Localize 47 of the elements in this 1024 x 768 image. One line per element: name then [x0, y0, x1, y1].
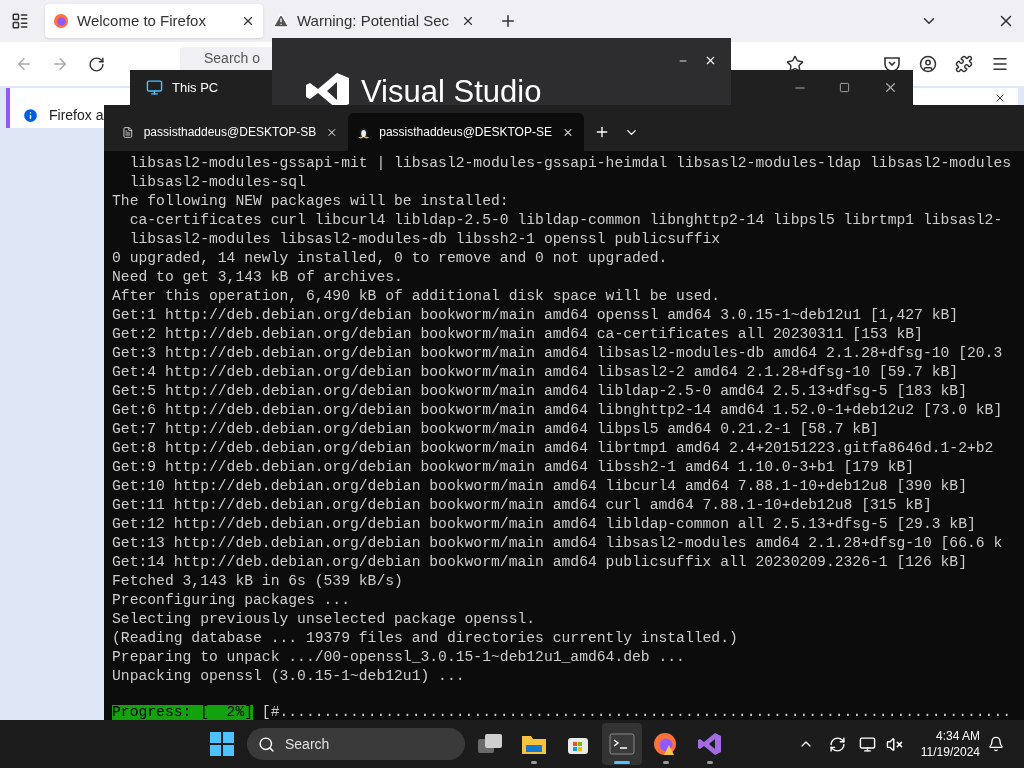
terminal-line: ca-certificates curl libcurl4 libldap-2.5-0 libldap-common libnghttp2-14 libpsl5 librtmp1 libsasl2- [128, 211, 1003, 230]
terminal-line: Preconfiguring packages ... [112, 591, 350, 610]
terminal-line: libsasl2-modules libsasl2-modules-db libssh2-1 openssl publicsuffix [128, 230, 721, 249]
progress-label: Progress: [ 2%] [112, 705, 254, 720]
splash-title: Visual Studio [361, 75, 542, 105]
terminal-line: Get:8 http://deb.debian.org/debian bookworm/main amd64 librtmp1 amd64 2.4+20151223.gitfa8646d.1-2+b2 [112, 439, 994, 458]
terminal-line: 0 upgraded, 14 newly installed, 0 to remove and 0 not upgraded. [112, 249, 668, 268]
terminal-line: After this operation, 6,490 kB of additional disk space will be used. [112, 287, 721, 306]
address-field[interactable]: Search o [180, 47, 272, 70]
terminal-line: libsasl2-modules-gssapi-mit | libsasl2-modules-gssapi-heimdal libsasl2-modules-ldap libsasl2-modules [128, 154, 1012, 173]
progress-bar-text: [#................................................................................... [261, 705, 1012, 720]
terminal-line: Get:12 http://deb.debian.org/debian bookworm/main amd64 libldap-common all 2.5.13+dfsg-5 [29.3 kB] [112, 515, 976, 534]
terminal-tab[interactable]: passisthaddeus@DESKTOP-SB [112, 113, 348, 151]
search-placeholder: Search [285, 734, 330, 754]
terminal-line: Fetched 3,143 kB in 6s (539 kB/s) [112, 572, 403, 591]
notification-text: Firefox a [49, 107, 104, 123]
tab-title: passisthaddeus@DESKTOP-SE [379, 124, 552, 141]
address-placeholder: Search o [204, 49, 261, 68]
terminal-line: Get:9 http://deb.debian.org/debian bookworm/main amd64 libssh2-1 amd64 1.10.0-3+b1 [179 kB] [112, 458, 915, 477]
terminal-line: Get:4 http://deb.debian.org/debian bookworm/main amd64 libsasl2-2 amd64 2.1.28+dfsg-10 [59.7 kB] [112, 363, 959, 382]
terminal-line: Selecting previously unselected package openssl. [112, 610, 536, 629]
clock-time[interactable]: 4:34 AM [935, 728, 980, 744]
terminal-line: Get:14 http://deb.debian.org/debian bookworm/main amd64 publicsuffix all 20230209.2326-1 [126 kB] [112, 553, 967, 572]
terminal-line: Get:2 http://deb.debian.org/debian bookworm/main amd64 ca-certificates all 20230311 [153 kB] [112, 325, 923, 344]
terminal-line: (Reading database ... 19379 files and directories currently installed.) [112, 629, 738, 648]
tab-title: passisthaddeus@DESKTOP-SB [143, 124, 317, 141]
window-title: This PC [172, 78, 219, 97]
clock-date[interactable]: 11/19/2024 [920, 744, 980, 760]
terminal-line: The following NEW packages will be installed: [112, 192, 509, 211]
browser-tab[interactable]: Warning: Potential Sec [265, 4, 483, 38]
terminal-line: Get:1 http://deb.debian.org/debian bookworm/main amd64 openssl amd64 3.0.15-1~deb12u1 [1,427 kB] [112, 306, 959, 325]
search-field[interactable]: Search [247, 728, 465, 760]
terminal-line: Get:7 http://deb.debian.org/debian bookworm/main amd64 libpsl5 amd64 0.21.2-1 [58.7 kB] [112, 420, 879, 439]
terminal-line: Get:10 http://deb.debian.org/debian bookworm/main amd64 libcurl4 amd64 7.88.1-10+deb12u8 [390 kB] [112, 477, 967, 496]
terminal-line: Get:3 http://deb.debian.org/debian bookworm/main amd64 libsasl2-modules-db amd64 2.1.28+dfsg-10 [20.3 [112, 344, 1003, 363]
terminal-line: Need to get 3,143 kB of archives. [112, 268, 403, 287]
tab-title: Welcome to Firefox [77, 10, 207, 31]
terminal-line: Get:13 http://deb.debian.org/debian bookworm/main amd64 libsasl2-modules amd64 2.1.28+dfsg-10 [66.6 k [112, 534, 1003, 553]
terminal-tab[interactable]: passisthaddeus@DESKTOP-SE [348, 113, 584, 151]
terminal-line: Get:11 http://deb.debian.org/debian bookworm/main amd64 curl amd64 7.88.1-10+deb12u8 [315 kB] [112, 496, 932, 515]
terminal-line: Get:5 http://deb.debian.org/debian bookworm/main amd64 libldap-2.5-0 amd64 2.5.13+dfsg-5 [183 kB] [112, 382, 967, 401]
browser-tab[interactable]: Welcome to Firefox [45, 4, 263, 38]
terminal-line: Get:6 http://deb.debian.org/debian bookworm/main amd64 libnghttp2-14 amd64 1.52.0-1+deb12u2 [73.0 kB] [112, 401, 1003, 420]
tab-title: Warning: Potential Sec [297, 10, 451, 31]
terminal-line: Unpacking openssl (3.0.15-1~deb12u1) ... [112, 667, 465, 686]
terminal-line: libsasl2-modules-sql [128, 173, 306, 192]
terminal-line: Preparing to unpack .../00-openssl_3.0.15-1~deb12u1_amd64.deb ... [112, 648, 685, 667]
